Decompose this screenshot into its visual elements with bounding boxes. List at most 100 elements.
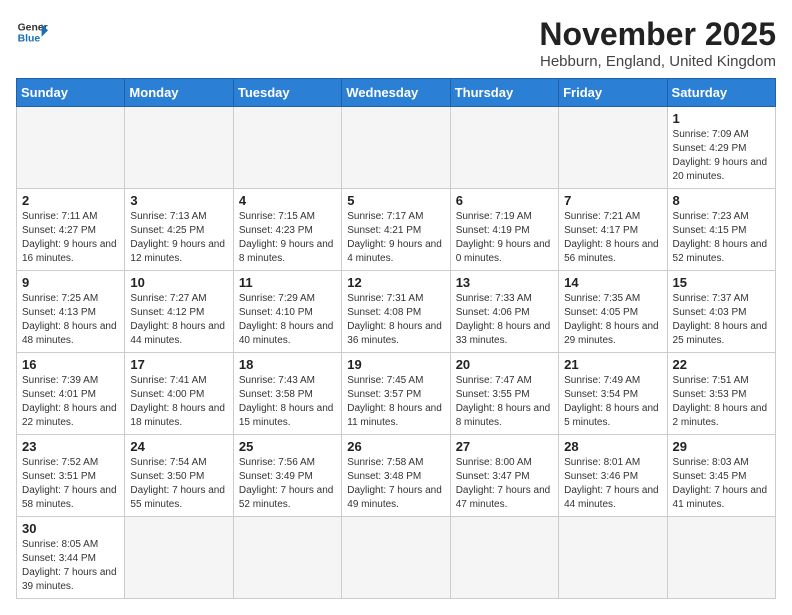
calendar-cell: 17 Sunrise: 7:41 AMSunset: 4:00 PMDayligh… [125,353,233,435]
calendar-table: SundayMondayTuesdayWednesdayThursdayFrid… [16,78,776,599]
calendar-cell [450,107,558,189]
col-header-wednesday: Wednesday [342,79,450,107]
calendar-cell: 11 Sunrise: 7:29 AMSunset: 4:10 PMDayligh… [233,271,341,353]
week-row-1: 2Sunrise: 7:11 AMSunset: 4:27 PMDaylight… [17,189,776,271]
day-info: Sunrise: 7:37 AMSunset: 4:03 PMDaylight:… [673,292,770,348]
day-info: Sunrise: 7:21 AMSunset: 4:17 PMDaylight:… [564,210,661,266]
col-header-monday: Monday [125,79,233,107]
calendar-cell: 27 Sunrise: 8:00 AMSunset: 3:47 PMDayligh… [450,435,558,517]
calendar-cell: 14Sunrise: 7:35 AMSunset: 4:05 PMDayligh… [559,271,667,353]
day-info: Sunrise: 7:17 AMSunset: 4:21 PMDaylight:… [347,210,444,266]
day-number: 15 [673,275,770,290]
calendar-cell: 5 Sunrise: 7:17 AMSunset: 4:21 PMDaylight… [342,189,450,271]
day-info: Sunrise: 7:09 AMSunset: 4:29 PMDaylight:… [673,128,770,184]
calendar-cell: 12 Sunrise: 7:31 AMSunset: 4:08 PMDayligh… [342,271,450,353]
day-number: 23 [22,439,119,454]
day-info: Sunrise: 7:33 AMSunset: 4:06 PMDaylight:… [456,292,553,348]
calendar-cell: 25Sunrise: 7:56 AMSunset: 3:49 PMDayligh… [233,435,341,517]
calendar-cell: 6 Sunrise: 7:19 AMSunset: 4:19 PMDaylight… [450,189,558,271]
day-info: Sunrise: 7:54 AMSunset: 3:50 PMDaylight:… [130,456,227,512]
day-info: Sunrise: 7:49 AMSunset: 3:54 PMDaylight:… [564,374,661,430]
calendar-cell: 21 Sunrise: 7:49 AMSunset: 3:54 PMDayligh… [559,353,667,435]
calendar-header-row: SundayMondayTuesdayWednesdayThursdayFrid… [17,79,776,107]
col-header-friday: Friday [559,79,667,107]
calendar-cell: 8Sunrise: 7:23 AMSunset: 4:15 PMDaylight… [667,189,775,271]
location: Hebburn, England, United Kingdom [539,53,776,70]
calendar-cell: 24 Sunrise: 7:54 AMSunset: 3:50 PMDayligh… [125,435,233,517]
day-number: 19 [347,357,444,372]
col-header-thursday: Thursday [450,79,558,107]
calendar-cell: 10 Sunrise: 7:27 AMSunset: 4:12 PMDayligh… [125,271,233,353]
header: General Blue November 2025 Hebburn, Engl… [16,16,776,70]
day-info: Sunrise: 8:05 AMSunset: 3:44 PMDaylight:… [22,538,119,594]
day-info: Sunrise: 8:03 AMSunset: 3:45 PMDaylight:… [673,456,770,512]
day-info: Sunrise: 7:27 AMSunset: 4:12 PMDaylight:… [130,292,227,348]
day-info: Sunrise: 7:39 AMSunset: 4:01 PMDaylight:… [22,374,119,430]
calendar-cell: 18Sunrise: 7:43 AMSunset: 3:58 PMDayligh… [233,353,341,435]
calendar-cell [342,517,450,599]
day-info: Sunrise: 7:13 AMSunset: 4:25 PMDaylight:… [130,210,227,266]
day-number: 29 [673,439,770,454]
calendar-cell: 30Sunrise: 8:05 AMSunset: 3:44 PMDayligh… [17,517,125,599]
week-row-2: 9Sunrise: 7:25 AMSunset: 4:13 PMDaylight… [17,271,776,353]
day-number: 24 [130,439,227,454]
week-row-3: 16 Sunrise: 7:39 AMSunset: 4:01 PMDayligh… [17,353,776,435]
calendar-cell [17,107,125,189]
logo: General Blue [16,16,48,48]
day-info: Sunrise: 7:56 AMSunset: 3:49 PMDaylight:… [239,456,336,512]
day-number: 22 [673,357,770,372]
day-number: 3 [130,193,227,208]
calendar-cell: 3 Sunrise: 7:13 AMSunset: 4:25 PMDaylight… [125,189,233,271]
day-number: 2 [22,193,119,208]
calendar-cell: 26Sunrise: 7:58 AMSunset: 3:48 PMDayligh… [342,435,450,517]
calendar-cell: 22 Sunrise: 7:51 AMSunset: 3:53 PMDayligh… [667,353,775,435]
day-number: 11 [239,275,336,290]
day-number: 17 [130,357,227,372]
week-row-5: 30Sunrise: 8:05 AMSunset: 3:44 PMDayligh… [17,517,776,599]
day-info: Sunrise: 7:31 AMSunset: 4:08 PMDaylight:… [347,292,444,348]
day-number: 5 [347,193,444,208]
day-info: Sunrise: 7:15 AMSunset: 4:23 PMDaylight:… [239,210,336,266]
day-number: 6 [456,193,553,208]
calendar-cell [450,517,558,599]
calendar-cell: 20 Sunrise: 7:47 AMSunset: 3:55 PMDayligh… [450,353,558,435]
calendar-cell [125,517,233,599]
calendar-cell [233,517,341,599]
calendar-cell: 28 Sunrise: 8:01 AMSunset: 3:46 PMDayligh… [559,435,667,517]
day-number: 13 [456,275,553,290]
calendar-cell: 16 Sunrise: 7:39 AMSunset: 4:01 PMDayligh… [17,353,125,435]
logo-icon: General Blue [16,16,48,48]
day-number: 10 [130,275,227,290]
calendar-cell [559,517,667,599]
day-info: Sunrise: 7:41 AMSunset: 4:00 PMDaylight:… [130,374,227,430]
day-info: Sunrise: 7:25 AMSunset: 4:13 PMDaylight:… [22,292,119,348]
calendar-cell: 29 Sunrise: 8:03 AMSunset: 3:45 PMDayligh… [667,435,775,517]
day-info: Sunrise: 7:47 AMSunset: 3:55 PMDaylight:… [456,374,553,430]
day-number: 21 [564,357,661,372]
day-info: Sunrise: 8:00 AMSunset: 3:47 PMDaylight:… [456,456,553,512]
calendar-cell [667,517,775,599]
calendar-cell [233,107,341,189]
calendar-cell: 15 Sunrise: 7:37 AMSunset: 4:03 PMDayligh… [667,271,775,353]
day-number: 14 [564,275,661,290]
day-number: 12 [347,275,444,290]
day-info: Sunrise: 7:45 AMSunset: 3:57 PMDaylight:… [347,374,444,430]
day-info: Sunrise: 7:23 AMSunset: 4:15 PMDaylight:… [673,210,770,266]
calendar-cell [559,107,667,189]
week-row-4: 23Sunrise: 7:52 AMSunset: 3:51 PMDayligh… [17,435,776,517]
day-number: 16 [22,357,119,372]
col-header-sunday: Sunday [17,79,125,107]
page-container: General Blue November 2025 Hebburn, Engl… [16,16,776,599]
calendar-cell [342,107,450,189]
day-info: Sunrise: 7:19 AMSunset: 4:19 PMDaylight:… [456,210,553,266]
day-info: Sunrise: 7:29 AMSunset: 4:10 PMDaylight:… [239,292,336,348]
calendar-cell [125,107,233,189]
day-info: Sunrise: 7:51 AMSunset: 3:53 PMDaylight:… [673,374,770,430]
day-number: 20 [456,357,553,372]
day-info: Sunrise: 7:58 AMSunset: 3:48 PMDaylight:… [347,456,444,512]
day-number: 27 [456,439,553,454]
calendar-cell: 7Sunrise: 7:21 AMSunset: 4:17 PMDaylight… [559,189,667,271]
calendar-cell: 19 Sunrise: 7:45 AMSunset: 3:57 PMDayligh… [342,353,450,435]
day-number: 28 [564,439,661,454]
day-info: Sunrise: 8:01 AMSunset: 3:46 PMDaylight:… [564,456,661,512]
